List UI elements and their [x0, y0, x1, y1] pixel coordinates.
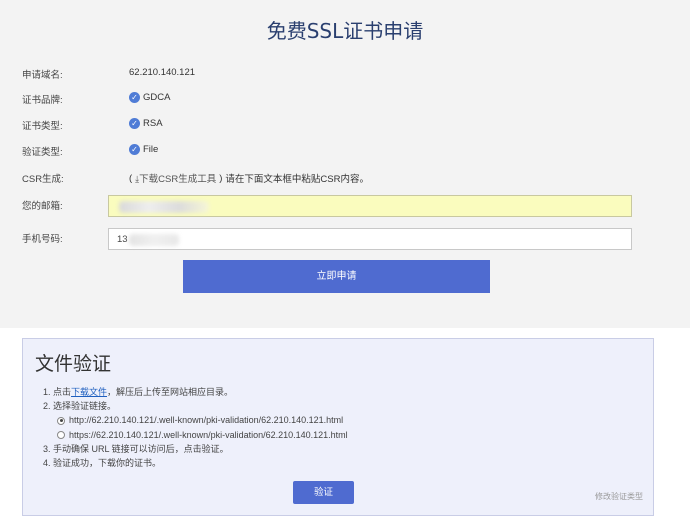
verify-type-label: 验证类型: — [22, 147, 63, 158]
radio-selected-icon[interactable] — [57, 416, 65, 425]
file-verification-panel: 文件验证 1. 点击下载文件，解压后上传至网站相应目录。 2. 选择验证链接。 … — [22, 338, 654, 516]
cert-type-row: 证书类型: ✓ RSA — [22, 115, 662, 135]
radio-icon[interactable] — [57, 430, 65, 439]
option-https[interactable]: https://62.210.140.121/.well-known/pki-v… — [43, 428, 348, 442]
cert-type-label: 证书类型: — [22, 121, 63, 132]
domain-value: 62.210.140.121 — [129, 67, 196, 78]
option-http-label: http://62.210.140.121/.well-known/pki-va… — [69, 415, 344, 426]
phone-input[interactable]: 13 — [108, 228, 632, 250]
verification-steps: 1. 点击下载文件，解压后上传至网站相应目录。 2. 选择验证链接。 http:… — [43, 385, 348, 470]
csr-row: CSR生成: ( ⤓下载CSR生成工具 ) 请在下面文本框中粘贴CSR内容。 — [22, 168, 662, 188]
csr-instruction: 请在下面文本框中粘贴CSR内容。 — [225, 174, 369, 185]
verification-title: 文件验证 — [35, 353, 112, 375]
redacted-blur — [129, 234, 179, 246]
submit-button[interactable]: 立即申请 — [183, 260, 490, 293]
paren-open: ( — [129, 172, 133, 184]
check-icon: ✓ — [129, 118, 140, 129]
csr-label: CSR生成: — [22, 174, 64, 185]
download-csr-tool-link[interactable]: ⤓下载CSR生成工具 — [135, 171, 216, 185]
email-label: 您的邮箱: — [22, 201, 63, 212]
email-input[interactable] — [108, 195, 632, 217]
check-icon: ✓ — [129, 144, 140, 155]
phone-label: 手机号码: — [22, 234, 63, 245]
check-icon: ✓ — [129, 92, 140, 103]
verify-button[interactable]: 验证 — [293, 481, 354, 504]
step-2: 2. 选择验证链接。 — [43, 401, 117, 412]
cert-type-value: RSA — [143, 118, 163, 129]
download-file-link[interactable]: 下载文件 — [71, 387, 107, 397]
brand-row: 证书品牌: ✓ GDCA — [22, 89, 662, 109]
domain-row: 申请域名: 62.210.140.121 — [22, 64, 662, 84]
step-4: 4. 验证成功，下载你的证书。 — [43, 458, 162, 469]
page-title: 免费SSL证书申请 — [266, 19, 424, 43]
modify-verify-type-link[interactable]: 修改验证类型 — [595, 491, 643, 502]
verify-type-value: File — [143, 144, 159, 155]
option-https-label: https://62.210.140.121/.well-known/pki-v… — [69, 429, 348, 440]
redacted-blur — [119, 201, 209, 213]
step-3: 3. 手动确保 URL 链接可以访问后，点击验证。 — [43, 443, 229, 454]
brand-label: 证书品牌: — [22, 95, 63, 106]
application-form-section: 免费SSL证书申请 申请域名: 62.210.140.121 证书品牌: ✓ G… — [0, 0, 690, 328]
domain-label: 申请域名: — [22, 70, 63, 81]
verify-type-row: 验证类型: ✓ File — [22, 141, 662, 161]
phone-value: 13 — [117, 234, 128, 245]
paren-close: ) — [219, 172, 223, 184]
step-1: 1. 点击下载文件，解压后上传至网站相应目录。 — [43, 387, 234, 397]
brand-value: GDCA — [143, 92, 171, 103]
option-http[interactable]: http://62.210.140.121/.well-known/pki-va… — [43, 413, 348, 427]
download-csr-tool-text: 下载CSR生成工具 — [139, 174, 217, 185]
